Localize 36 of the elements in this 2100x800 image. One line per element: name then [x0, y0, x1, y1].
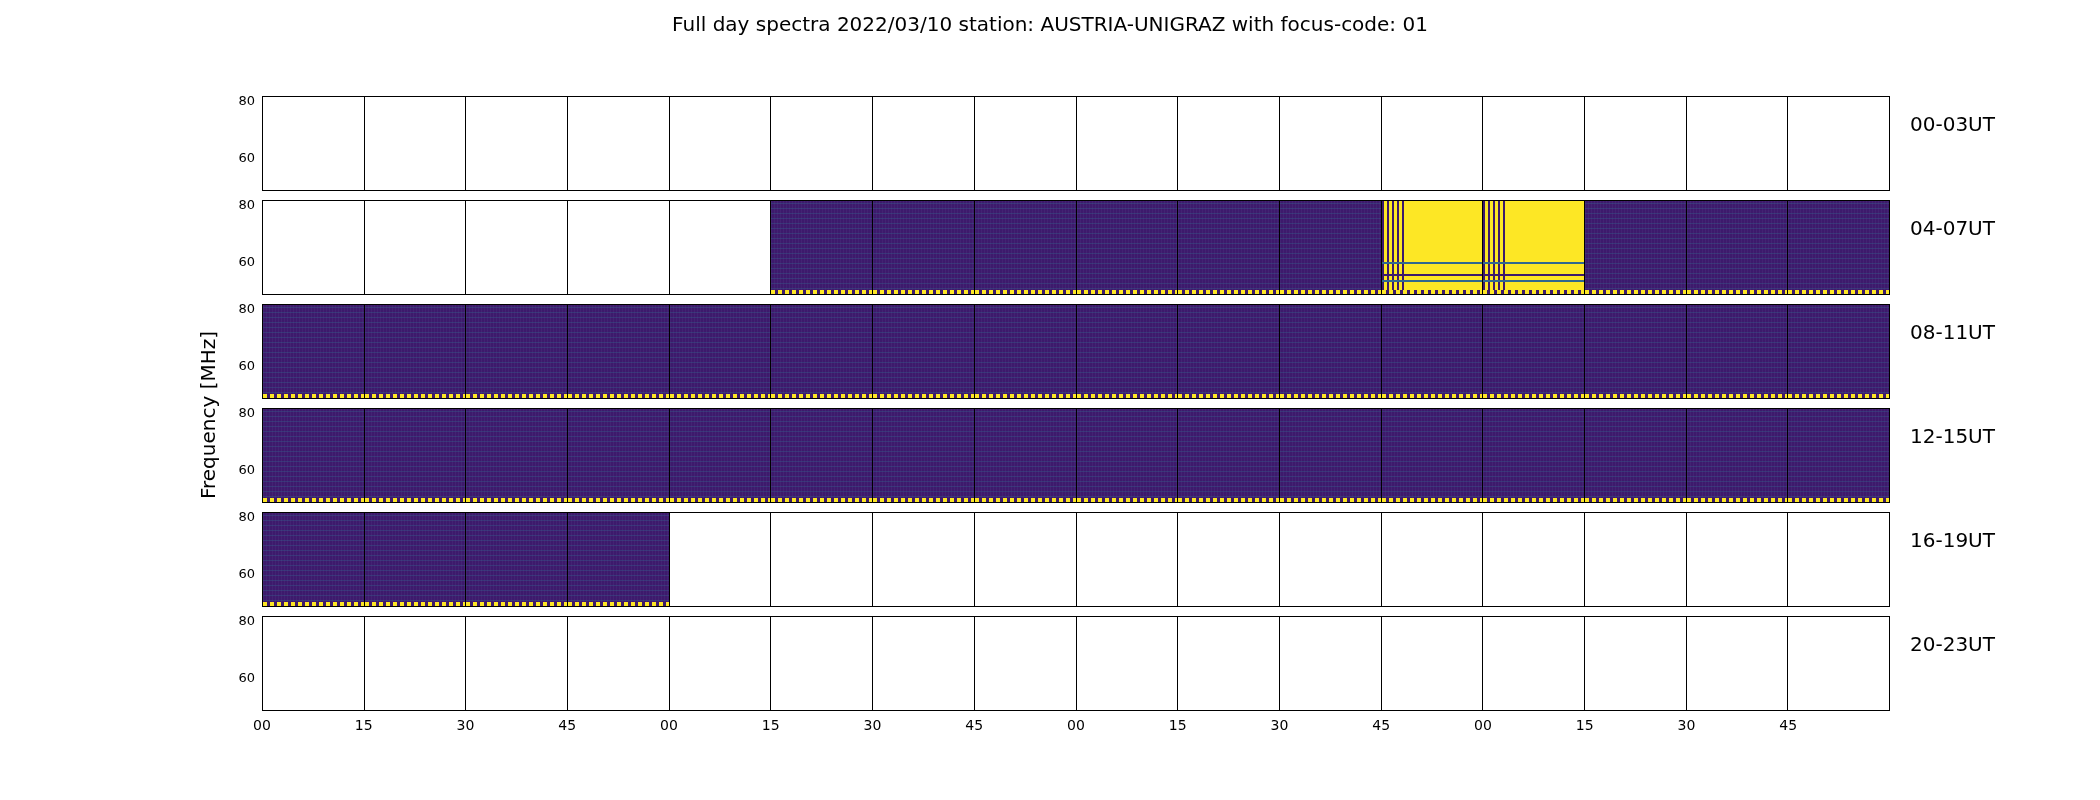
- row-time-label: 08-11UT: [1910, 320, 1995, 344]
- x-tick-label: 15: [761, 717, 780, 733]
- x-tick-label: 00: [1067, 717, 1085, 733]
- x-tick-label: 00: [1474, 717, 1492, 733]
- x-tick-label: 30: [1270, 717, 1289, 733]
- x-tick-label: 30: [456, 717, 475, 733]
- row-time-label: 00-03UT: [1910, 112, 1995, 136]
- y-tick-label: 80: [238, 94, 255, 108]
- y-tick-label: 80: [238, 406, 255, 420]
- y-tick-label: 60: [238, 567, 255, 581]
- y-tick-label: 80: [238, 614, 255, 628]
- row-time-label: 12-15UT: [1910, 424, 1995, 448]
- x-tick-label: 00: [253, 717, 271, 733]
- x-tick-label: 45: [1372, 717, 1391, 733]
- row-time-label: 04-07UT: [1910, 216, 1995, 240]
- y-tick-label: 80: [238, 510, 255, 524]
- y-tick-label: 60: [238, 671, 255, 685]
- x-tick-label: 30: [863, 717, 882, 733]
- row-time-label: 20-23UT: [1910, 632, 1995, 656]
- y-tick-label: 60: [238, 151, 255, 165]
- y-tick-label: 60: [238, 359, 255, 373]
- y-tick-label: 80: [238, 198, 255, 212]
- row-time-label: 16-19UT: [1910, 528, 1995, 552]
- y-tick-label: 60: [238, 255, 255, 269]
- y-axis-label: Frequency [MHz]: [196, 330, 220, 500]
- x-tick-label: 15: [1168, 717, 1187, 733]
- x-tick-label: 45: [965, 717, 984, 733]
- x-tick-label: 30: [1677, 717, 1696, 733]
- figure-title: Full day spectra 2022/03/10 station: AUSTRIA-UNIGRAZ with focus-code: 01: [671, 12, 1429, 36]
- x-tick-label: 00: [660, 717, 678, 733]
- x-tick-label: 15: [354, 717, 373, 733]
- x-tick-label: 15: [1575, 717, 1594, 733]
- x-tick-label: 45: [1779, 717, 1798, 733]
- y-tick-label: 60: [238, 463, 255, 477]
- y-tick-label: 80: [238, 302, 255, 316]
- x-tick-label: 45: [558, 717, 577, 733]
